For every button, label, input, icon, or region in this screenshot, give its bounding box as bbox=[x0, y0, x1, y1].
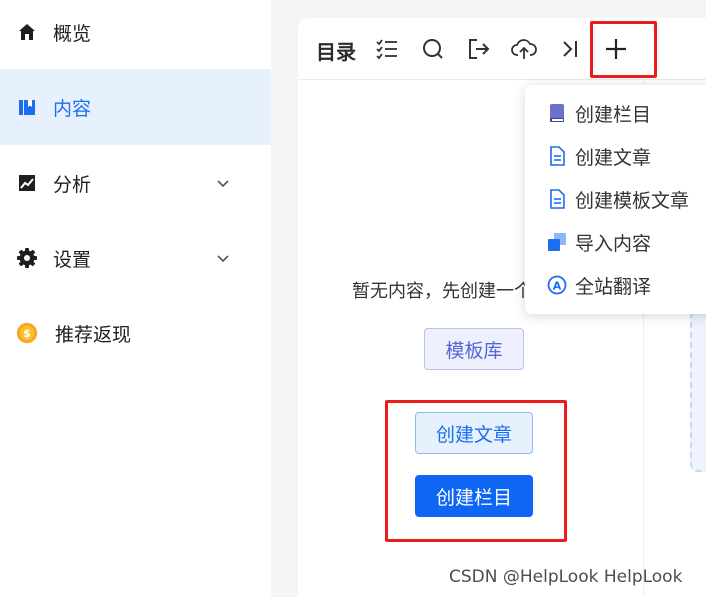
menu-item-label: 导入内容 bbox=[575, 232, 652, 255]
template-document-icon bbox=[547, 189, 567, 209]
sidebar-item-content[interactable]: 内容 bbox=[0, 69, 271, 145]
menu-item-import-content[interactable]: 导入内容 bbox=[525, 222, 706, 262]
dropzone-edge bbox=[690, 310, 706, 472]
create-article-button[interactable]: 创建文章 bbox=[415, 412, 533, 454]
template-library-button[interactable]: 模板库 bbox=[424, 328, 524, 370]
menu-item-create-template-article[interactable]: 创建模板文章 bbox=[525, 179, 706, 219]
checklist-icon[interactable] bbox=[373, 35, 401, 63]
menu-item-create-article[interactable]: 创建文章 bbox=[525, 136, 706, 176]
sidebar-item-label: 推荐返现 bbox=[55, 323, 132, 346]
search-icon[interactable] bbox=[419, 35, 447, 63]
svg-text:A: A bbox=[553, 280, 562, 293]
create-dropdown-menu: 创建栏目 创建文章 创建模板文章 导入内容 A 全站翻译 bbox=[525, 85, 706, 314]
menu-item-label: 创建文章 bbox=[575, 146, 652, 169]
translate-icon: A bbox=[547, 275, 567, 295]
home-icon bbox=[16, 21, 38, 43]
menu-item-label: 全站翻译 bbox=[575, 275, 652, 298]
menu-item-create-column[interactable]: 创建栏目 bbox=[525, 93, 706, 133]
gear-icon bbox=[16, 247, 38, 269]
sidebar-item-overview[interactable]: 概览 bbox=[0, 0, 271, 70]
sidebar-item-label: 概览 bbox=[53, 22, 92, 45]
sidebar-item-label: 内容 bbox=[53, 97, 92, 120]
sidebar-item-analytics[interactable]: 分析 bbox=[0, 145, 271, 221]
upload-icon[interactable] bbox=[510, 35, 538, 63]
sidebar-item-settings[interactable]: 设置 bbox=[0, 220, 271, 296]
column-book-icon bbox=[547, 103, 567, 123]
sidebar-item-label: 设置 bbox=[53, 248, 92, 271]
watermark: CSDN @HelpLook HelpLook bbox=[449, 567, 683, 587]
sidebar-item-label: 分析 bbox=[53, 173, 92, 196]
export-icon[interactable] bbox=[465, 35, 493, 63]
menu-item-label: 创建模板文章 bbox=[575, 189, 690, 212]
panel-title: 目录 bbox=[316, 40, 356, 64]
book-icon bbox=[16, 96, 38, 118]
chart-icon bbox=[16, 172, 38, 194]
import-icon bbox=[547, 232, 567, 252]
sidebar: 概览 内容 分析 设置 $ 推荐返现 bbox=[0, 0, 271, 597]
chevron-down-icon bbox=[214, 174, 232, 192]
coin-icon: $ bbox=[16, 322, 38, 344]
chevron-down-icon bbox=[214, 249, 232, 267]
create-column-button[interactable]: 创建栏目 bbox=[415, 475, 533, 517]
toolbar: 目录 bbox=[298, 18, 706, 80]
empty-state-text: 暂无内容，先创建一个 bbox=[352, 281, 532, 302]
svg-text:$: $ bbox=[23, 327, 31, 340]
plus-icon[interactable] bbox=[602, 35, 630, 63]
menu-item-label: 创建栏目 bbox=[575, 103, 652, 126]
menu-item-site-translation[interactable]: A 全站翻译 bbox=[525, 265, 706, 305]
document-icon bbox=[547, 146, 567, 166]
sidebar-item-referral[interactable]: $ 推荐返现 bbox=[0, 295, 271, 371]
collapse-icon[interactable] bbox=[556, 35, 584, 63]
